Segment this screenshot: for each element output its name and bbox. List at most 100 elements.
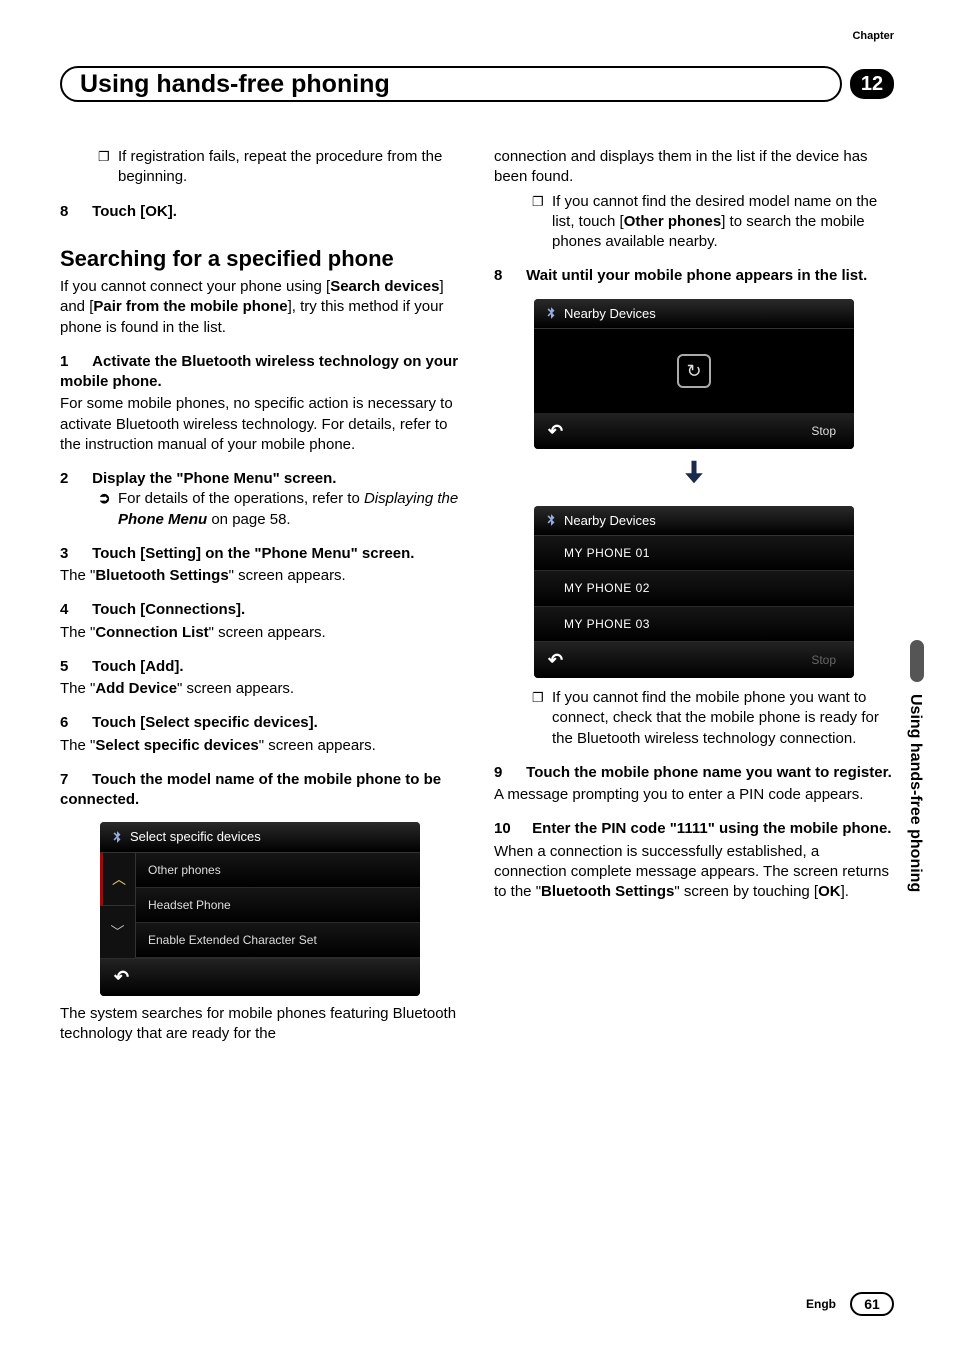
spinner-area: ↻ [534, 329, 854, 413]
side-tab-marker [910, 640, 924, 682]
step-number: 8 [60, 202, 88, 222]
step-3: 3 Touch [Setting] on the "Phone Menu" sc… [60, 544, 460, 587]
scroll-down-icon[interactable]: ﹀ [100, 906, 135, 958]
step-body: The "Bluetooth Settings" screen appears. [60, 566, 460, 586]
note-text: If you cannot find the mobile phone you … [552, 688, 894, 749]
step-number: 1 [60, 352, 88, 372]
step-number: 4 [60, 600, 88, 620]
lead-paragraph: connection and displays them in the list… [494, 147, 894, 188]
tail-paragraph: The system searches for mobile phones fe… [60, 1004, 460, 1045]
device-screen-nearby-searching: Nearby Devices ↻ ↶ Stop [534, 299, 854, 450]
stop-button: Stop [811, 652, 836, 668]
side-tab-label: Using hands-free phoning [906, 694, 924, 892]
note-text: If registration fails, repeat the proced… [118, 147, 460, 188]
device-screen-header: Nearby Devices [534, 299, 854, 330]
chapter-number-badge: 12 [850, 69, 894, 99]
step-number: 9 [494, 763, 522, 783]
device-row[interactable]: MY PHONE 01 [534, 536, 854, 571]
step-title: Touch [OK]. [92, 203, 177, 220]
spinner-icon: ↻ [677, 354, 711, 388]
page-footer: Engb 61 [806, 1292, 894, 1316]
step-8: 8 Wait until your mobile phone appears i… [494, 266, 894, 286]
back-icon[interactable]: ↶ [548, 648, 563, 672]
step-title: Touch the model name of the mobile phone… [60, 771, 441, 808]
step-body: A message prompting you to enter a PIN c… [494, 785, 894, 805]
step-number: 7 [60, 770, 88, 790]
side-tab: Using hands-free phoning [906, 640, 928, 892]
bluetooth-icon [544, 306, 558, 320]
step-10: 10 Enter the PIN code "1111" using the m… [494, 819, 894, 902]
back-icon[interactable]: ↶ [114, 965, 129, 989]
step-9: 9 Touch the mobile phone name you want t… [494, 763, 894, 806]
step-8-ok: 8 Touch [OK]. [60, 202, 460, 222]
chapter-label: Chapter [852, 30, 894, 42]
step-body: The "Select specific devices" screen app… [60, 736, 460, 756]
scroll-up-icon[interactable]: ︿ [100, 853, 135, 906]
device-screen-nearby-results: Nearby Devices MY PHONE 01 MY PHONE 02 M… [534, 506, 854, 678]
device-screen-title: Nearby Devices [564, 512, 656, 530]
step-title: Display the "Phone Menu" screen. [92, 470, 336, 487]
step-7: 7 Touch the model name of the mobile pho… [60, 770, 460, 811]
footer-language: Engb [806, 1297, 836, 1311]
device-screen-select-specific: Select specific devices ︿ ﹀ Other phones… [100, 822, 420, 995]
step-1: 1 Activate the Bluetooth wireless techno… [60, 352, 460, 455]
step-title: Touch [Connections]. [92, 601, 245, 618]
device-screen-title: Nearby Devices [564, 305, 656, 323]
step-body: When a connection is successfully establ… [494, 842, 894, 903]
right-column: connection and displays them in the list… [494, 147, 894, 1048]
note-bullet: ❐ If you cannot find the mobile phone yo… [532, 688, 894, 749]
scroll-arrows[interactable]: ︿ ﹀ [100, 853, 136, 959]
step-number: 8 [494, 266, 522, 286]
step-number: 3 [60, 544, 88, 564]
page-number: 61 [850, 1292, 894, 1316]
step-title: Touch [Setting] on the "Phone Menu" scre… [92, 545, 414, 562]
bluetooth-icon [544, 513, 558, 527]
device-row[interactable]: MY PHONE 02 [534, 571, 854, 606]
step-title: Wait until your mobile phone appears in … [526, 267, 867, 284]
step-number: 10 [494, 819, 528, 839]
step-body: The "Connection List" screen appears. [60, 623, 460, 643]
step-body: The "Add Device" screen appears. [60, 679, 460, 699]
device-list: MY PHONE 01 MY PHONE 02 MY PHONE 03 [534, 536, 854, 642]
device-option-extended-charset[interactable]: Enable Extended Character Set [136, 923, 420, 958]
step-title: Touch [Add]. [92, 658, 183, 675]
device-row[interactable]: MY PHONE 03 [534, 607, 854, 642]
bullet-icon: ❐ [532, 192, 552, 253]
device-footer: ↶ Stop [534, 642, 854, 678]
device-footer: ↶ Stop [534, 413, 854, 449]
step-title: Touch the mobile phone name you want to … [526, 764, 892, 781]
device-footer: ↶ [100, 959, 420, 995]
note-text: If you cannot find the desired model nam… [552, 192, 894, 253]
step-6: 6 Touch [Select specific devices]. The "… [60, 713, 460, 756]
bullet-icon: ❐ [98, 147, 118, 188]
flow-arrow-down [494, 457, 894, 493]
back-icon[interactable]: ↶ [548, 419, 563, 443]
note-bullet: ❐ If you cannot find the desired model n… [532, 192, 894, 253]
device-screen-header: Select specific devices [100, 822, 420, 853]
step-body: For some mobile phones, no specific acti… [60, 394, 460, 455]
device-screen-body: ︿ ﹀ Other phones Headset Phone Enable Ex… [100, 853, 420, 960]
step-number: 6 [60, 713, 88, 733]
step-title: Enter the PIN code "1111" using the mobi… [532, 820, 891, 837]
section-intro: If you cannot connect your phone using [… [60, 277, 460, 338]
step-4: 4 Touch [Connections]. The "Connection L… [60, 600, 460, 643]
page-header: Using hands-free phoning 12 [60, 66, 894, 102]
bullet-icon: ❐ [532, 688, 552, 749]
reference-icon: ➲ [98, 489, 118, 530]
step-number: 5 [60, 657, 88, 677]
step-2: 2 Display the "Phone Menu" screen. ➲ For… [60, 469, 460, 530]
device-screen-header: Nearby Devices [534, 506, 854, 537]
stop-button[interactable]: Stop [811, 423, 836, 439]
bluetooth-icon [110, 830, 124, 844]
device-option-headset[interactable]: Headset Phone [136, 888, 420, 923]
device-option-other-phones[interactable]: Other phones [136, 853, 420, 888]
step-title: Touch [Select specific devices]. [92, 714, 318, 731]
page-title: Using hands-free phoning [60, 66, 842, 102]
device-screen-title: Select specific devices [130, 828, 261, 846]
reference-line: ➲ For details of the operations, refer t… [98, 489, 460, 530]
step-5: 5 Touch [Add]. The "Add Device" screen a… [60, 657, 460, 700]
step-number: 2 [60, 469, 88, 489]
note-bullet: ❐ If registration fails, repeat the proc… [98, 147, 460, 188]
section-heading: Searching for a specified phone [60, 246, 460, 271]
reference-text: For details of the operations, refer to … [118, 489, 460, 530]
